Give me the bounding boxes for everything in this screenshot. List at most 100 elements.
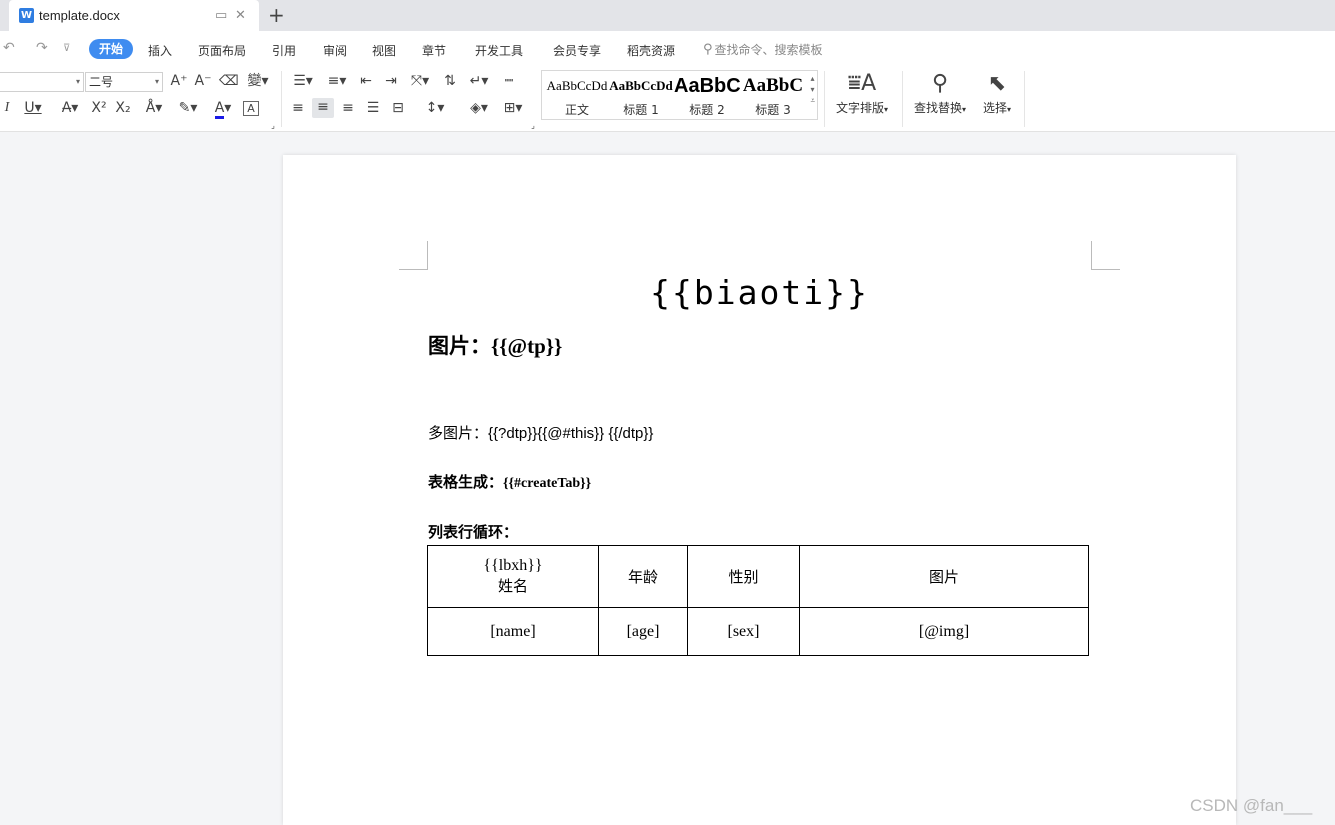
- magnifier-icon: ⚲: [931, 71, 949, 96]
- table-cell: {{lbxh}} 姓名: [427, 545, 599, 608]
- font-color-icon[interactable]: A▾: [209, 99, 237, 119]
- header-name: 姓名: [497, 577, 528, 595]
- style-heading-2[interactable]: AaBbC 标题 2: [674, 73, 740, 117]
- text-layout-icon: ⩸A: [847, 71, 877, 96]
- grow-font-icon[interactable]: A⁺: [170, 72, 188, 92]
- menu-item-chapter[interactable]: 章节: [422, 42, 446, 59]
- close-tab-icon[interactable]: ✕: [235, 8, 246, 23]
- shading-icon[interactable]: ◈▾: [465, 99, 493, 119]
- style-heading-3[interactable]: AaBbC 标题 3: [740, 73, 806, 117]
- italic-icon[interactable]: I: [0, 99, 14, 119]
- document-tab[interactable]: W template.docx ▭ ✕: [9, 0, 259, 31]
- document-tab-title: template.docx: [39, 8, 120, 23]
- cell-age: [age]: [598, 607, 688, 656]
- style-sample: AaBbCcDd: [546, 78, 608, 93]
- menu-item-page-layout[interactable]: 页面布局: [198, 42, 246, 59]
- menu-item-developer[interactable]: 开发工具: [475, 42, 523, 59]
- style-name: 标题 3: [755, 103, 791, 117]
- ribbon-separator: [824, 71, 825, 127]
- style-name: 正文: [564, 103, 589, 117]
- font-size-select[interactable]: 二号 ▾: [85, 72, 163, 92]
- new-tab-button[interactable]: +: [268, 3, 285, 27]
- distributed-align-icon[interactable]: ⊟: [388, 99, 408, 119]
- increase-indent-icon[interactable]: ⇥: [381, 72, 401, 92]
- undo-icon[interactable]: ↶: [3, 40, 15, 56]
- cell-sex: [sex]: [687, 607, 800, 656]
- table-row: [name] [age] [sex] [@img]: [427, 607, 1089, 656]
- find-replace-label: 查找替换: [913, 101, 962, 115]
- show-marks-icon[interactable]: ↵▾: [465, 72, 493, 92]
- command-search[interactable]: ⚲ 查找命令、搜索模板: [703, 41, 823, 58]
- shrink-font-icon[interactable]: A⁻: [194, 72, 212, 92]
- clear-format-icon[interactable]: ⌫: [219, 72, 239, 92]
- style-normal[interactable]: AaBbCcDd 正文: [544, 73, 610, 117]
- command-search-placeholder: 查找命令、搜索模板: [714, 43, 823, 57]
- float-window-icon[interactable]: ▭: [215, 8, 227, 23]
- select-label: 选择: [982, 101, 1007, 115]
- paragraph-dialog-launcher-icon[interactable]: ⌟: [529, 117, 537, 137]
- line-spacing-icon[interactable]: ↕▾: [421, 99, 449, 119]
- menu-item-view[interactable]: 视图: [372, 42, 396, 59]
- cursor-arrow-icon: ⬉: [987, 71, 1007, 96]
- highlight-icon[interactable]: ✎▾: [174, 99, 202, 119]
- tab-bar: W template.docx ▭ ✕ +: [0, 0, 1335, 31]
- find-replace-button[interactable]: ⚲ 查找替换▾: [910, 69, 970, 116]
- header-loop-tag: {{lbxh}}: [483, 557, 543, 574]
- chinese-layout-icon[interactable]: ⤧▾: [406, 72, 434, 92]
- font-name-select[interactable]: ▾: [0, 72, 84, 92]
- menu-item-references[interactable]: 引用: [272, 42, 296, 59]
- align-left-icon[interactable]: ≡: [288, 99, 308, 119]
- ruler-icon[interactable]: ┉: [499, 72, 519, 92]
- style-name: 标题 1: [623, 103, 659, 117]
- align-center-icon[interactable]: ≡: [312, 98, 334, 118]
- style-heading-1[interactable]: AaBbCcDd 标题 1: [608, 73, 674, 117]
- font-dialog-launcher-icon[interactable]: ⌟: [269, 117, 277, 137]
- text-effect-icon[interactable]: Å▾: [141, 99, 167, 119]
- multi-image-paragraph: 多图片：{{?dtp}}{{@#this}} {{/dtp}}: [428, 425, 654, 442]
- menu-item-member[interactable]: 会员专享: [553, 42, 601, 59]
- bullet-list-icon[interactable]: ☰▾: [289, 72, 317, 92]
- chevron-up-icon[interactable]: ▴: [810, 73, 815, 84]
- redo-icon[interactable]: ↷: [36, 40, 48, 56]
- cell-image: [@img]: [799, 607, 1089, 656]
- document-title: {{biaoti}}: [650, 273, 869, 312]
- menu-item-insert[interactable]: 插入: [148, 42, 172, 59]
- list-loop-paragraph: 列表行循环：: [428, 525, 519, 541]
- align-right-icon[interactable]: ≡: [338, 99, 358, 119]
- menu-item-home[interactable]: 开始: [89, 39, 133, 59]
- customize-toolbar-icon[interactable]: ⊽: [63, 43, 70, 54]
- menu-item-review[interactable]: 审阅: [323, 42, 347, 59]
- chevron-down-icon[interactable]: ▾: [810, 84, 815, 95]
- styles-scroll[interactable]: ▴ ▾ ⩡: [810, 73, 815, 106]
- style-name: 标题 2: [689, 103, 725, 117]
- chevron-down-icon: ▾: [154, 77, 159, 86]
- ribbon-separator: [902, 71, 903, 127]
- document-page[interactable]: {{biaoti}} 图片：{{@tp}} 多图片：{{?dtp}}{{@#th…: [283, 155, 1236, 825]
- justify-icon[interactable]: ☰: [363, 99, 383, 119]
- phonetic-guide-icon[interactable]: 變▾: [244, 72, 272, 92]
- strikethrough-icon[interactable]: A̶▾: [56, 99, 84, 119]
- menu-item-docer[interactable]: 稻壳资源: [627, 42, 675, 59]
- subscript-icon[interactable]: X₂: [113, 99, 133, 119]
- ribbon-toolbar: ▾ 二号 ▾ A⁺ A⁻ ⌫ 變▾ I U▾ A̶▾ X² X₂ Å▾ ✎▾ A…: [0, 67, 1335, 132]
- table-generation-paragraph: 表格生成：{{#createTab}}: [428, 471, 591, 492]
- superscript-icon[interactable]: X²: [89, 99, 109, 119]
- select-button[interactable]: ⬉ 选择▾: [977, 69, 1017, 116]
- template-table: {{lbxh}} 姓名 年龄 性别 图片 [name] [age] [sex] …: [427, 545, 1089, 656]
- style-sample: AaBbCcDd: [609, 78, 673, 93]
- header-sex: 性别: [687, 545, 800, 608]
- sort-icon[interactable]: ⇅: [440, 72, 460, 92]
- menu-bar: ↶ ↷ ⊽ 开始 插入 页面布局 引用 审阅 视图 章节 开发工具 会员专享 稻…: [0, 31, 1335, 67]
- numbered-list-icon[interactable]: ≡▾: [323, 72, 351, 92]
- text-layout-button[interactable]: ⩸A 文字排版▾: [832, 69, 892, 116]
- expand-gallery-icon[interactable]: ⩡: [810, 95, 815, 106]
- underline-icon[interactable]: U▾: [20, 99, 46, 119]
- header-image: 图片: [799, 545, 1089, 608]
- char-border-icon[interactable]: A: [243, 101, 259, 116]
- watermark: CSDN @fan___: [1190, 796, 1313, 815]
- text-layout-label: 文字排版: [835, 101, 884, 115]
- decrease-indent-icon[interactable]: ⇤: [356, 72, 376, 92]
- borders-icon[interactable]: ⊞▾: [499, 99, 527, 119]
- margin-mark-top-left: [399, 241, 428, 270]
- image-paragraph: 图片：{{@tp}}: [428, 334, 563, 358]
